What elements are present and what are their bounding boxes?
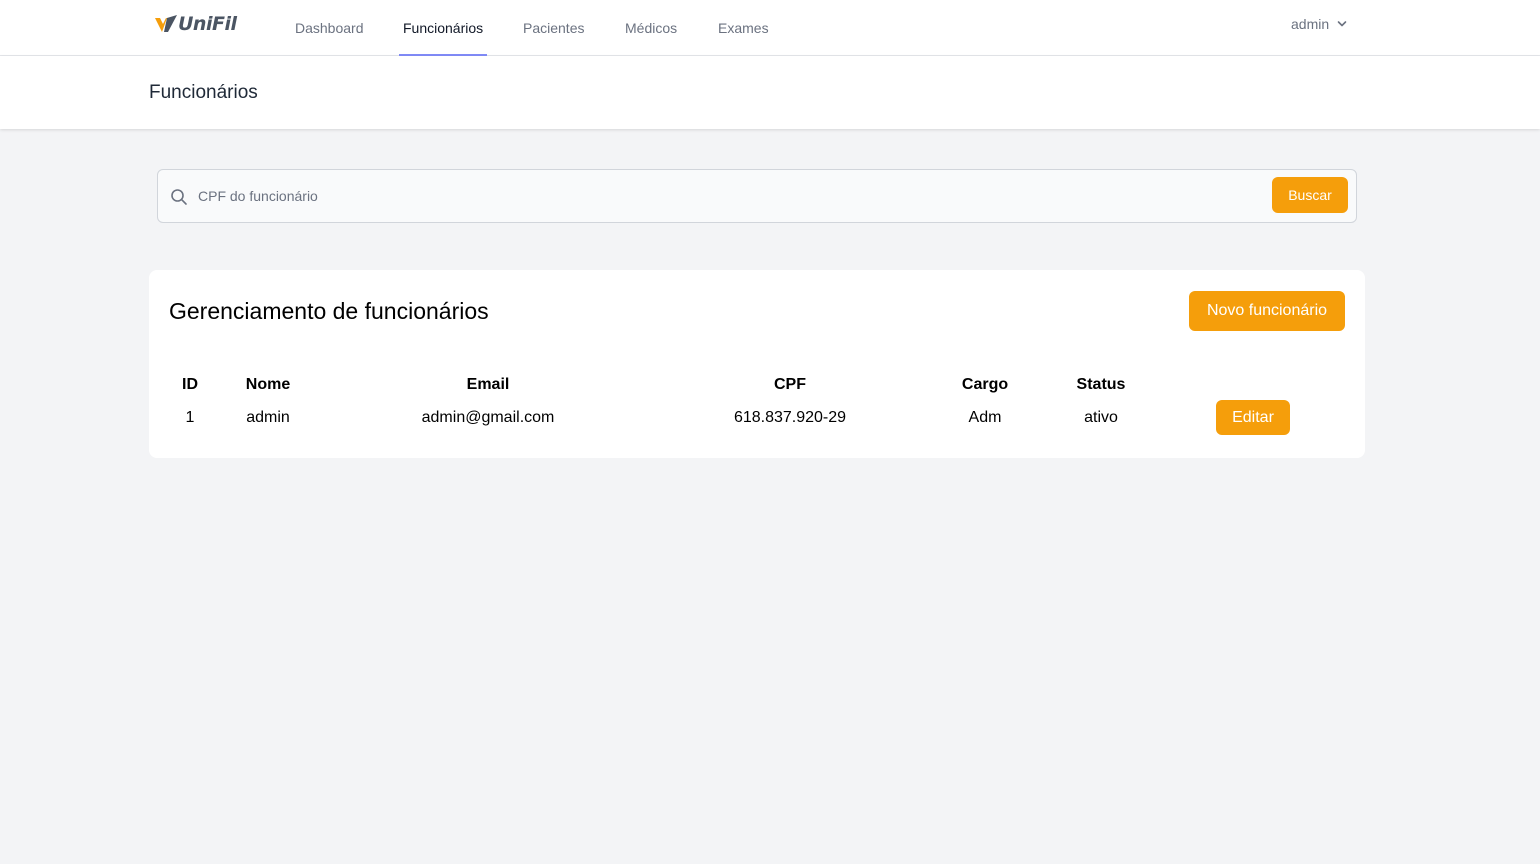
card-title: Gerenciamento de funcionários: [169, 298, 489, 324]
column-header-cpf: CPF: [774, 376, 806, 393]
column-header-id: ID: [182, 376, 198, 393]
column-header-status: Status: [1076, 376, 1126, 393]
search-bar: Buscar: [157, 169, 1357, 223]
column-header-email: Email: [466, 376, 510, 393]
nav-dashboard[interactable]: Dashboard: [295, 0, 364, 56]
chevron-down-icon: [1337, 21, 1347, 27]
logo-text: UniFil: [178, 13, 237, 35]
page-header: Funcionários: [0, 56, 1540, 129]
column-header-cargo: Cargo: [961, 376, 1009, 393]
edit-button[interactable]: Editar: [1216, 400, 1290, 435]
page-title: Funcionários: [149, 82, 258, 103]
cell-nome: admin: [246, 409, 290, 426]
top-navigation-bar: UniFil Dashboard Funcionários Pacientes …: [0, 0, 1540, 56]
cell-cargo: Adm: [968, 409, 1002, 426]
nav-exames[interactable]: Exames: [718, 0, 769, 56]
search-icon: [171, 189, 187, 205]
employees-card: Gerenciamento de funcionários Novo funci…: [149, 270, 1365, 458]
nav-pacientes[interactable]: Pacientes: [523, 0, 584, 56]
cell-status: ativo: [1084, 409, 1118, 426]
unifil-logo[interactable]: UniFil: [155, 12, 237, 36]
new-employee-button[interactable]: Novo funcionário: [1189, 291, 1345, 331]
cell-email: admin@gmail.com: [421, 409, 555, 426]
cell-id: 1: [185, 409, 195, 426]
cell-cpf: 618.837.920-29: [733, 409, 847, 426]
nav-medicos[interactable]: Médicos: [625, 0, 677, 56]
nav-funcionarios[interactable]: Funcionários: [403, 0, 483, 56]
user-name: admin: [1291, 16, 1330, 32]
logo-mark-icon: [155, 15, 177, 32]
column-header-nome: Nome: [245, 376, 291, 393]
user-menu[interactable]: admin: [1291, 14, 1347, 34]
cpf-search-input[interactable]: [198, 180, 1258, 212]
search-button[interactable]: Buscar: [1272, 177, 1348, 213]
